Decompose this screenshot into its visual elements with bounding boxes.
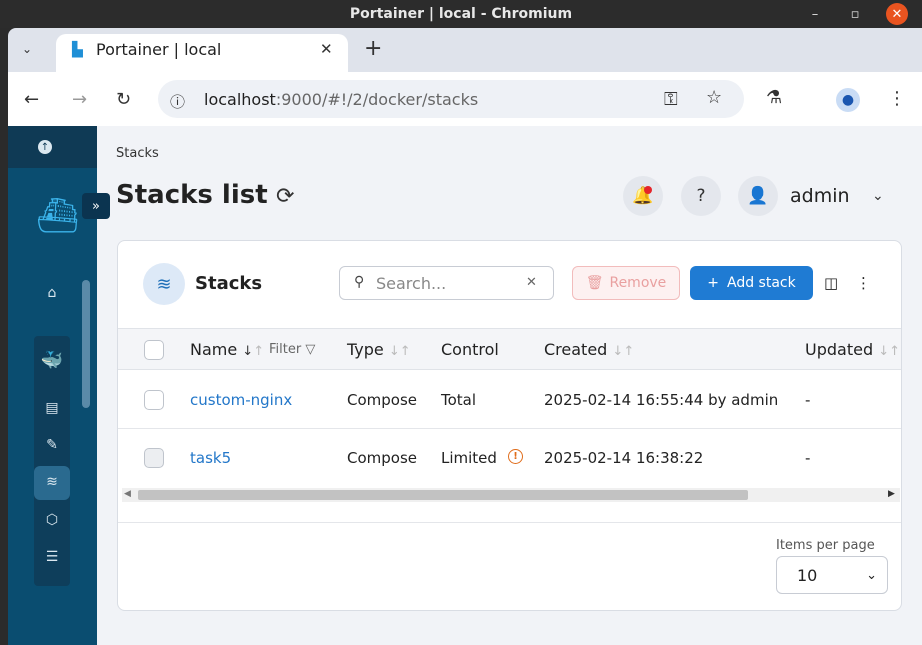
trash-icon: 🗑 xyxy=(585,275,604,291)
stack-created: 2025-02-14 16:38:22 xyxy=(544,449,704,467)
tab-close-icon[interactable]: ✕ xyxy=(320,40,333,58)
templates-edit-icon[interactable]: ✎ xyxy=(34,437,70,453)
col-created-label: Created xyxy=(544,340,608,359)
docker-whale-icon[interactable]: 🐳 xyxy=(34,350,70,371)
site-info-icon[interactable]: ⓘ xyxy=(170,91,185,112)
forward-icon[interactable]: → xyxy=(72,89,87,110)
new-tab-icon[interactable]: + xyxy=(364,36,382,61)
portainer-logo-icon[interactable]: ⛴ xyxy=(36,196,79,236)
stack-type: Compose xyxy=(347,391,418,409)
url-path: :9000/#!/2/docker/stacks xyxy=(275,90,479,109)
stack-name-link[interactable]: custom-nginx xyxy=(190,391,292,409)
card-footer-divider xyxy=(118,522,901,523)
stack-updated: - xyxy=(805,391,811,409)
user-name[interactable]: admin xyxy=(790,185,850,207)
portainer-favicon-icon: ▙ xyxy=(72,42,83,58)
warning-icon[interactable]: ! xyxy=(508,449,523,464)
minimize-icon[interactable]: – xyxy=(800,0,830,28)
stack-updated: - xyxy=(805,449,811,467)
sort-icon: ↓↑ xyxy=(612,344,635,359)
items-per-page-select[interactable]: 10 ⌄ xyxy=(776,556,888,594)
tab-search-icon[interactable]: ⌄ xyxy=(22,42,32,56)
plus-icon: + xyxy=(707,275,719,291)
stacks-icon[interactable]: ≋ xyxy=(34,474,70,490)
row-checkbox-disabled[interactable] xyxy=(144,448,164,468)
select-all-checkbox[interactable] xyxy=(144,340,164,360)
upgrade-icon[interactable]: ↑ xyxy=(38,140,52,154)
tab-title: Portainer | local xyxy=(96,40,222,59)
remove-label: Remove xyxy=(609,275,667,291)
dashboard-icon[interactable]: ▤ xyxy=(34,400,70,416)
stack-control: Limited xyxy=(441,449,497,467)
window-titlebar: Portainer | local - Chromium xyxy=(0,0,922,28)
notifications-bell-icon[interactable]: 🔔 xyxy=(623,176,663,216)
chevron-down-icon: ⌄ xyxy=(866,567,877,583)
items-per-page-label: Items per page xyxy=(776,538,875,553)
sidebar-expand-button[interactable]: » xyxy=(82,193,110,219)
labs-flask-icon[interactable]: ⚗ xyxy=(766,87,782,108)
filter-label: Filter xyxy=(269,342,302,357)
col-updated[interactable]: Updated ↓↑ xyxy=(805,340,900,359)
stack-control: Total xyxy=(441,391,477,409)
col-type-label: Type xyxy=(347,340,384,359)
col-name[interactable]: Name ↓↑ xyxy=(190,340,264,359)
containers-cube-icon[interactable]: ⬡ xyxy=(34,512,70,528)
url-host: localhost xyxy=(204,90,276,109)
browser-menu-icon[interactable]: ⋮ xyxy=(888,88,906,109)
search-input[interactable] xyxy=(339,266,554,300)
reload-icon[interactable]: ↻ xyxy=(116,89,131,110)
url-text[interactable]: localhost:9000/#!/2/docker/stacks xyxy=(204,90,478,109)
sort-icon: ↓↑ xyxy=(878,344,900,359)
stacks-card-icon: ≋ xyxy=(143,263,185,305)
profile-avatar-icon[interactable]: ● xyxy=(836,88,860,112)
refresh-icon[interactable]: ⟳ xyxy=(276,184,294,209)
add-stack-button[interactable]: + Add stack xyxy=(690,266,813,300)
col-name-label: Name xyxy=(190,340,238,359)
clear-search-icon[interactable]: ✕ xyxy=(526,275,537,290)
items-per-page-value: 10 xyxy=(797,565,818,585)
stack-created: 2025-02-14 16:55:44 by admin xyxy=(544,391,779,409)
col-created[interactable]: Created ↓↑ xyxy=(544,340,634,359)
stack-name-link[interactable]: task5 xyxy=(190,449,231,467)
card-title: Stacks xyxy=(195,273,263,294)
sidebar-scrollbar[interactable] xyxy=(82,280,90,408)
row-divider xyxy=(118,428,901,429)
scrollbar-thumb[interactable] xyxy=(138,490,748,500)
row-checkbox[interactable] xyxy=(144,390,164,410)
scroll-right-icon[interactable]: ▶ xyxy=(888,489,895,499)
sort-icon: ↑ xyxy=(253,344,265,359)
user-menu-chevron-down-icon[interactable]: ⌄ xyxy=(872,188,884,204)
key-icon[interactable]: ⚿ xyxy=(664,89,678,110)
remove-button[interactable]: 🗑 Remove xyxy=(572,266,680,300)
back-icon[interactable]: ← xyxy=(24,89,39,110)
filter-button[interactable]: Filter ▽ xyxy=(269,342,315,357)
col-type[interactable]: Type ↓↑ xyxy=(347,340,411,359)
add-stack-label: Add stack xyxy=(727,275,796,291)
maximize-icon[interactable]: ▫ xyxy=(840,0,870,28)
columns-icon[interactable]: ◫ xyxy=(824,274,838,292)
search-icon: ⚲ xyxy=(354,274,365,290)
list-icon[interactable]: ☰ xyxy=(34,549,70,565)
bookmark-star-icon[interactable]: ☆ xyxy=(706,87,722,108)
filter-icon: ▽ xyxy=(305,342,316,357)
more-options-icon[interactable]: ⋮ xyxy=(856,274,871,292)
close-window-icon[interactable]: ✕ xyxy=(886,3,908,25)
page-title: Stacks list xyxy=(116,180,268,210)
stack-type: Compose xyxy=(347,449,418,467)
sort-icon: ↓↑ xyxy=(388,344,411,359)
sidebar-top xyxy=(8,126,97,168)
col-control: Control xyxy=(441,340,499,359)
window-title: Portainer | local - Chromium xyxy=(349,6,573,22)
notification-dot xyxy=(644,186,652,194)
breadcrumb[interactable]: Stacks xyxy=(116,146,159,161)
scroll-left-icon[interactable]: ◀ xyxy=(124,489,131,499)
sort-icon: ↓ xyxy=(242,344,254,359)
user-icon[interactable]: 👤 xyxy=(738,176,778,216)
help-icon[interactable]: ? xyxy=(681,176,721,216)
col-updated-label: Updated xyxy=(805,340,874,359)
home-icon[interactable]: ⌂ xyxy=(34,285,70,301)
